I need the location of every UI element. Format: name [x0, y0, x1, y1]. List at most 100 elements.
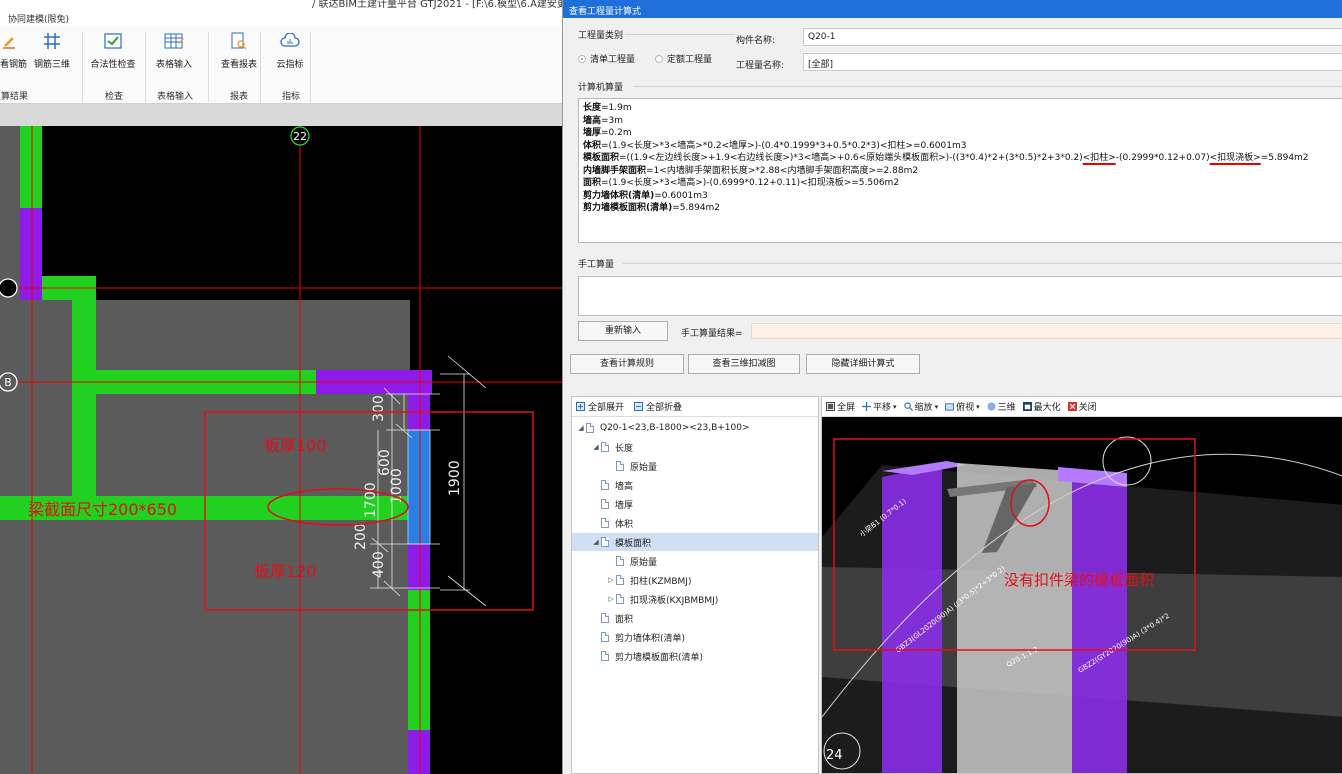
dimension-1000: 1000 [389, 468, 405, 504]
tree-node-label: 墙厚 [615, 500, 634, 511]
tree-node-label: 墙高 [615, 481, 634, 492]
dimension-1700: 1700 [363, 482, 379, 518]
cad-drawing-canvas[interactable]: 22 B 300 600 1000 1700 200 400 1900 板厚10… [0, 126, 562, 774]
view-calc-rules-button[interactable]: 查看计算规则 [570, 354, 684, 374]
document-icon [601, 518, 609, 528]
manual-result-field[interactable] [751, 323, 1342, 339]
pan-icon [862, 402, 872, 411]
tree-node-shear-wall-formwork[interactable]: 剪力墙模板面积(清单) [572, 647, 818, 665]
document-icon [586, 423, 594, 433]
deduct-column-highlight: <扣柱> [1082, 153, 1116, 163]
tree-node-volume[interactable]: 体积 [572, 514, 818, 532]
expand-arrow-icon[interactable]: ◢ [591, 443, 601, 451]
tree-node-root[interactable]: ◢ Q20-1<23,B-1800><23,B+100> [572, 419, 818, 437]
calc-line-length: 长度=1.9m [583, 103, 632, 113]
tree-node-deduct-column[interactable]: ▷ 扣柱(KZMBMJ) [572, 571, 818, 589]
document-icon [601, 480, 609, 490]
3d-view-button[interactable]: 三维 [987, 400, 1016, 413]
reinput-button[interactable]: 重新输入 [578, 321, 668, 341]
tree-node-length[interactable]: ◢ 长度 [572, 438, 818, 456]
table-input-button[interactable]: 表格输入 [149, 30, 199, 82]
gtj-main-window: / 联达BIM土建计量平台 GTJ2021 - [F:\6.模型\6.A建安更 … [0, 0, 562, 774]
tree-node-label: 原始量 [630, 557, 658, 568]
document-icon [601, 651, 609, 661]
wall-q20-1[interactable] [407, 429, 431, 545]
section-divider [633, 86, 1342, 87]
calc-line-shear-wall-formwork: 剪力墙模板面积(清单)=5.894m2 [583, 203, 721, 213]
axis-label-22: 22 [293, 130, 307, 143]
group-label-report: 报表 [230, 92, 249, 102]
view-3d-deduction-button[interactable]: 查看三维扣减图 [688, 354, 800, 374]
ribbon-separator [208, 32, 209, 102]
document-icon [616, 556, 624, 566]
window-title-bar: / 联达BIM土建计量平台 GTJ2021 - [F:\6.模型\6.A建安更 [0, 0, 562, 10]
ribbon-separator [260, 32, 261, 102]
rebar-3d-button[interactable]: 钢筋三维 [27, 30, 77, 82]
column-purple [20, 208, 42, 300]
radio-unselected-icon [655, 54, 663, 63]
column-purple [408, 544, 430, 590]
tree-node-length-raw[interactable]: 原始量 [572, 457, 818, 475]
view-report-button[interactable]: 查看报表 [214, 30, 264, 82]
collapse-all-button[interactable]: 全部折叠 [634, 400, 682, 413]
expand-arrow-icon[interactable]: ◢ [576, 424, 586, 432]
calc-line-shear-wall-volume: 剪力墙体积(清单)=0.6001m3 [583, 190, 708, 201]
tree-node-label: 模板面积 [615, 538, 652, 549]
component-name-field[interactable]: Q20-1 [803, 28, 1342, 46]
expand-all-button[interactable]: 全部展开 [576, 400, 624, 413]
top-view-button[interactable]: 俯视 ▾ [945, 400, 980, 413]
zoom-button[interactable]: 缩放 ▾ [903, 400, 938, 413]
dialog-title: 查看工程量计算式 [569, 7, 642, 17]
machine-calc-textbox[interactable]: 长度=1.9m 墙高=3m 墙厚=0.2m 体积=(1.9<长度>*3<墙高>*… [578, 98, 1342, 243]
tree-node-label: Q20-1<23,B-1800><23,B+100> [600, 423, 750, 433]
fullscreen-button[interactable]: 全屏 [826, 400, 855, 413]
calc-line-formwork-area: 模板面积=((1.9<左边线长度>+1.9<右边线长度>)*3<墙高>+0.6<… [583, 153, 1309, 163]
beam-green [20, 126, 42, 208]
manual-calc-label: 手工算量 [578, 260, 615, 270]
column-purple [408, 730, 430, 774]
tree-node-wall-thickness[interactable]: 墙厚 [572, 495, 818, 513]
cloud-index-button[interactable]: 云指标 [265, 30, 315, 82]
pan-button[interactable]: 平移 ▾ [862, 400, 897, 413]
hide-detail-formula-button[interactable]: 隐藏详细计算式 [806, 354, 920, 374]
group-label-table-input: 表格输入 [157, 92, 194, 102]
tree-node-formwork-area[interactable]: ◢ 模板面积 [572, 533, 818, 551]
component-name-label: 构件名称: [736, 36, 776, 46]
tree-node-label: 原始量 [630, 462, 658, 473]
qty-category-label: 工程量类别 [578, 31, 624, 41]
3d-deduction-viewport[interactable]: 24 小梁B1 (0.7*0.1) GBZ3(GL2020(90)A) ((3*… [822, 417, 1342, 773]
close-icon [1067, 402, 1077, 411]
tab-collab-modeling[interactable]: 协同建模(限免) [8, 12, 69, 25]
check-icon [102, 30, 124, 52]
top-view-icon [945, 403, 955, 411]
tree-node-formwork-raw[interactable]: 原始量 [572, 552, 818, 570]
beam-green [408, 590, 430, 730]
document-icon [616, 594, 624, 604]
dimension-400: 400 [371, 551, 387, 578]
ribbon-separator [310, 32, 311, 102]
tree-toolbar: 全部展开 全部折叠 [572, 397, 818, 417]
ribbon-separator [82, 32, 83, 102]
tree-node-area[interactable]: 面积 [572, 609, 818, 627]
maximize-button[interactable]: 最大化 [1022, 400, 1061, 413]
qty-name-field[interactable]: [全部] [803, 53, 1342, 71]
radio-quota-qty[interactable]: 定额工程量 [655, 52, 712, 65]
radio-list-qty[interactable]: 清单工程量 [578, 52, 635, 65]
expand-arrow-icon[interactable]: ▷ [606, 595, 616, 603]
manual-result-label: 手工算量结果= [681, 329, 743, 339]
axis-bubble [0, 278, 18, 298]
tree-node-wall-height[interactable]: 墙高 [572, 476, 818, 494]
manual-calc-textbox[interactable] [578, 276, 1342, 316]
deduct-slab-highlight: <扣现浇板> [1209, 153, 1261, 163]
validity-check-button[interactable]: 合法性检查 [88, 30, 138, 82]
expand-arrow-icon[interactable]: ◢ [591, 538, 601, 546]
machine-calc-label: 计算机算量 [578, 83, 624, 93]
expand-arrow-icon[interactable]: ▷ [606, 576, 616, 584]
tree-node-shear-wall-volume[interactable]: 剪力墙体积(清单) [572, 628, 818, 646]
close-view-button[interactable]: 关闭 [1067, 400, 1097, 413]
tree-node-deduct-slab[interactable]: ▷ 扣现浇板(KXJBMBMJ) [572, 590, 818, 608]
tree-node-label: 剪力墙体积(清单) [615, 633, 686, 644]
group-label-index: 指标 [282, 92, 301, 102]
calc-line-volume: 体积=(1.9<长度>*3<墙高>*0.2<墙厚>)-(0.4*0.1999*3… [583, 140, 967, 151]
pencil-icon [0, 30, 20, 52]
